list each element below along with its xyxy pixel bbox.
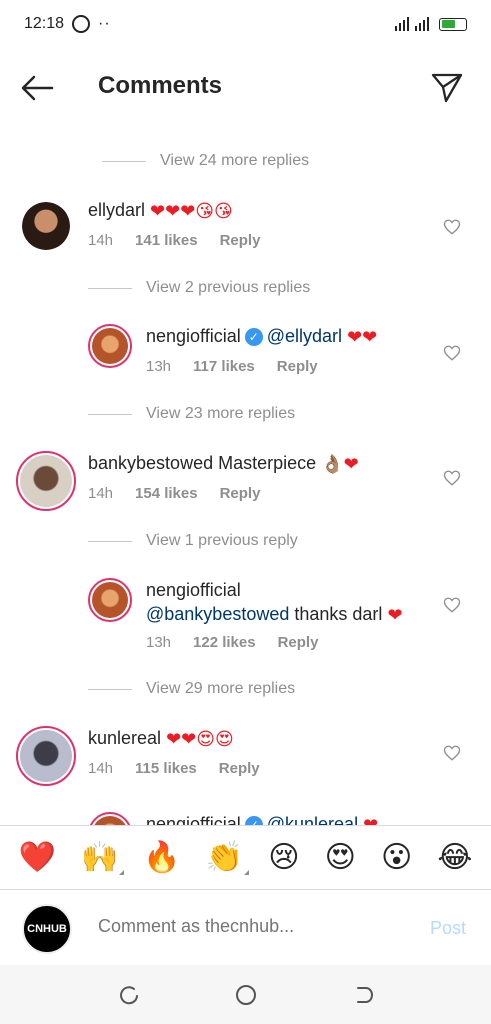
comment-time: 13h	[146, 634, 172, 651]
view-more-replies[interactable]: View 23 more replies	[88, 405, 295, 423]
reply-button[interactable]: Reply	[277, 358, 318, 375]
recents-icon[interactable]	[116, 982, 142, 1008]
comment-list[interactable]: View 24 more replies ellydarl ❤❤❤😘😘 14h …	[0, 130, 491, 825]
comment-time: 14h	[88, 760, 114, 777]
reaction-surprised[interactable]: 😮	[381, 840, 412, 875]
reply-button[interactable]: Reply	[278, 634, 319, 651]
avatar[interactable]	[88, 324, 132, 368]
direct-message-icon[interactable]	[430, 70, 464, 104]
comment-username[interactable]: bankybestowed	[88, 453, 213, 473]
comment-mention[interactable]: @ellydarl	[267, 326, 342, 346]
comment-text: Masterpiece	[218, 453, 317, 473]
comment-emoji: ❤❤❤😘😘	[150, 201, 233, 222]
reply-button[interactable]: Reply	[219, 760, 260, 777]
avatar[interactable]	[88, 812, 132, 825]
comment-input[interactable]	[98, 916, 398, 937]
comment-text: thanks darl	[294, 604, 383, 624]
signal-icon	[395, 17, 429, 31]
back-nav-icon[interactable]	[350, 982, 376, 1008]
comment-likes[interactable]: 154 likes	[135, 485, 198, 502]
verified-badge-icon: ✓	[244, 816, 263, 825]
reaction-raised-hands[interactable]: 🙌	[81, 840, 125, 875]
comment-username[interactable]: nengiofficial	[146, 326, 241, 346]
page-title: Comments	[98, 72, 223, 99]
avatar[interactable]	[16, 726, 76, 786]
like-heart-icon[interactable]	[443, 596, 461, 614]
avatar[interactable]	[16, 451, 76, 511]
status-bar: 12:18 ··	[0, 0, 491, 48]
back-arrow-icon[interactable]	[20, 74, 54, 102]
comment-time: 14h	[88, 485, 114, 502]
comment-emoji: ❤❤	[347, 327, 378, 348]
post-button[interactable]: Post	[430, 918, 466, 939]
view-more-replies[interactable]: View 24 more replies	[102, 152, 309, 170]
view-more-replies[interactable]: View 29 more replies	[88, 680, 295, 698]
reply-button[interactable]: Reply	[220, 232, 261, 249]
comment-emoji: ❤	[363, 813, 378, 825]
verified-badge-icon: ✓	[244, 328, 263, 347]
quick-reactions-bar: ❤️ 🙌 🔥 👏 😢 😍 😮 😂	[0, 825, 491, 889]
reaction-crying[interactable]: 😢	[268, 840, 299, 875]
like-heart-icon[interactable]	[443, 344, 461, 362]
comment-mention[interactable]: @bankybestowed	[146, 604, 289, 624]
home-icon[interactable]	[233, 982, 259, 1008]
reaction-heart[interactable]: ❤️	[19, 840, 56, 875]
comment-emoji: ❤❤😍😍	[166, 729, 234, 750]
comment-username[interactable]: nengiofficial	[146, 814, 241, 825]
my-avatar: CNHUB	[22, 904, 72, 954]
avatar[interactable]	[88, 578, 132, 622]
system-nav-bar	[0, 965, 491, 1024]
comment-username[interactable]: ellydarl	[88, 200, 145, 220]
reaction-fire[interactable]: 🔥	[143, 840, 180, 875]
reaction-heart-eyes[interactable]: 😍	[325, 840, 356, 875]
comment-mention[interactable]: @kunlereal	[267, 814, 358, 825]
comment-likes[interactable]: 122 likes	[193, 634, 256, 651]
comment-likes[interactable]: 117 likes	[193, 358, 255, 375]
avatar[interactable]	[22, 202, 70, 250]
like-heart-icon[interactable]	[443, 218, 461, 236]
comment-composer: CNHUB Post	[0, 889, 491, 965]
reaction-laughing[interactable]: 😂	[437, 840, 472, 875]
like-heart-icon[interactable]	[443, 469, 461, 487]
comment-likes[interactable]: 141 likes	[135, 232, 198, 249]
header: Comments	[0, 58, 491, 118]
comment-emoji: 👌🏽❤	[321, 454, 359, 475]
view-previous-replies[interactable]: View 2 previous replies	[88, 279, 310, 297]
status-indicators	[393, 16, 467, 32]
comment-username[interactable]: nengiofficial	[146, 580, 241, 600]
comment-username[interactable]: kunlereal	[88, 728, 161, 748]
like-heart-icon[interactable]	[443, 744, 461, 762]
comment-time: 13h	[146, 358, 172, 375]
comment-emoji: ❤	[387, 605, 403, 626]
status-time: 12:18	[24, 15, 65, 32]
reaction-clap[interactable]: 👏	[206, 840, 250, 875]
comment-time: 14h	[88, 232, 114, 249]
whatsapp-icon	[72, 15, 91, 33]
view-previous-replies[interactable]: View 1 previous reply	[88, 532, 298, 550]
comment-likes[interactable]: 115 likes	[135, 760, 197, 777]
reply-button[interactable]: Reply	[220, 485, 261, 502]
battery-icon	[439, 17, 467, 31]
notification-dots: ··	[98, 15, 111, 32]
